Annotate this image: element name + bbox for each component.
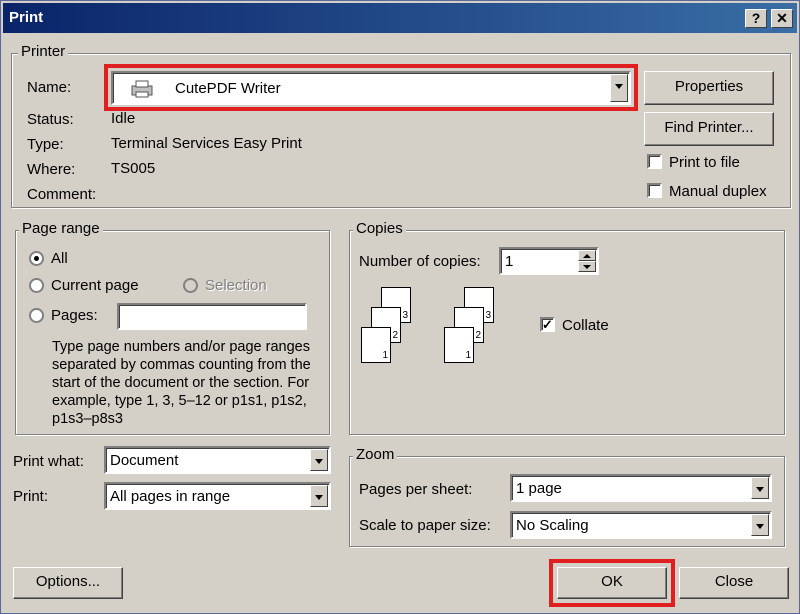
where-label: Where:	[27, 161, 76, 178]
help-button[interactable]: ?	[745, 9, 767, 28]
chevron-down-icon[interactable]	[310, 449, 328, 471]
manual-duplex-checkbox[interactable]	[647, 183, 662, 198]
print-what-value: Document	[110, 452, 179, 469]
print-dialog: Print ? ✕ Printer Name: CutePDF Writer S…	[0, 0, 800, 614]
print-label: Print:	[13, 488, 49, 505]
selection-radio	[183, 278, 198, 293]
print-to-file-label[interactable]: Print to file	[669, 154, 740, 171]
copies-group-label: Copies	[353, 220, 406, 237]
number-of-copies-label: Number of copies:	[359, 253, 481, 270]
name-label: Name:	[27, 79, 72, 96]
current-page-label[interactable]: Current page	[51, 277, 139, 294]
title-bar[interactable]: Print ? ✕	[3, 3, 797, 33]
number-of-copies-input[interactable]: 1	[499, 247, 599, 275]
printer-name-highlight	[104, 64, 638, 111]
number-of-copies-value: 1	[505, 253, 514, 270]
chevron-down-icon[interactable]	[751, 477, 769, 499]
pages-input[interactable]	[117, 303, 307, 330]
spin-down-icon[interactable]	[578, 261, 596, 272]
collate-checkbox[interactable]: ✓	[540, 317, 555, 332]
selection-label: Selection	[205, 277, 267, 294]
type-value: Terminal Services Easy Print	[111, 135, 302, 152]
scale-to-paper-size-value: No Scaling	[516, 517, 589, 534]
current-page-radio[interactable]	[29, 278, 44, 293]
dialog-title: Print	[9, 9, 44, 26]
comment-label: Comment:	[27, 186, 97, 203]
scale-to-paper-size-label: Scale to paper size:	[359, 517, 491, 534]
type-label: Type:	[27, 136, 64, 153]
find-printer-button[interactable]: Find Printer...	[644, 112, 774, 146]
chevron-down-icon[interactable]	[751, 514, 769, 536]
where-value: TS005	[111, 160, 156, 177]
status-value: Idle	[111, 110, 136, 127]
printer-group-label: Printer	[18, 43, 69, 60]
pages-per-sheet-label: Pages per sheet:	[359, 481, 473, 498]
print-to-file-checkbox[interactable]	[647, 154, 662, 169]
all-radio[interactable]	[29, 251, 44, 266]
spin-up-icon[interactable]	[578, 250, 596, 261]
page-range-help-text: Type page numbers and/or page ranges sep…	[52, 339, 311, 427]
properties-button[interactable]: Properties	[644, 71, 774, 105]
collate-page-1a: 1	[361, 327, 391, 363]
page-range-group-label: Page range	[19, 220, 103, 237]
manual-duplex-label[interactable]: Manual duplex	[669, 183, 767, 200]
pages-per-sheet-value: 1 page	[516, 480, 562, 497]
status-label: Status:	[27, 111, 74, 128]
chevron-down-icon[interactable]	[310, 485, 328, 507]
scale-to-paper-size-select[interactable]: No Scaling	[510, 511, 772, 539]
collate-page-1b: 1	[444, 327, 474, 363]
pages-radio[interactable]	[29, 308, 44, 323]
pages-per-sheet-select[interactable]: 1 page	[510, 474, 772, 502]
all-label[interactable]: All	[51, 250, 68, 267]
collate-label[interactable]: Collate	[562, 317, 609, 334]
print-select[interactable]: All pages in range	[104, 482, 331, 510]
options-button[interactable]: Options...	[13, 567, 123, 599]
pages-label[interactable]: Pages:	[51, 307, 98, 324]
close-title-button[interactable]: ✕	[771, 9, 793, 28]
print-value: All pages in range	[110, 488, 231, 505]
zoom-group-label: Zoom	[353, 446, 398, 463]
print-what-label: Print what:	[13, 453, 84, 470]
close-button[interactable]: Close	[679, 567, 789, 599]
print-what-select[interactable]: Document	[104, 446, 331, 474]
ok-button-highlight	[549, 559, 675, 607]
